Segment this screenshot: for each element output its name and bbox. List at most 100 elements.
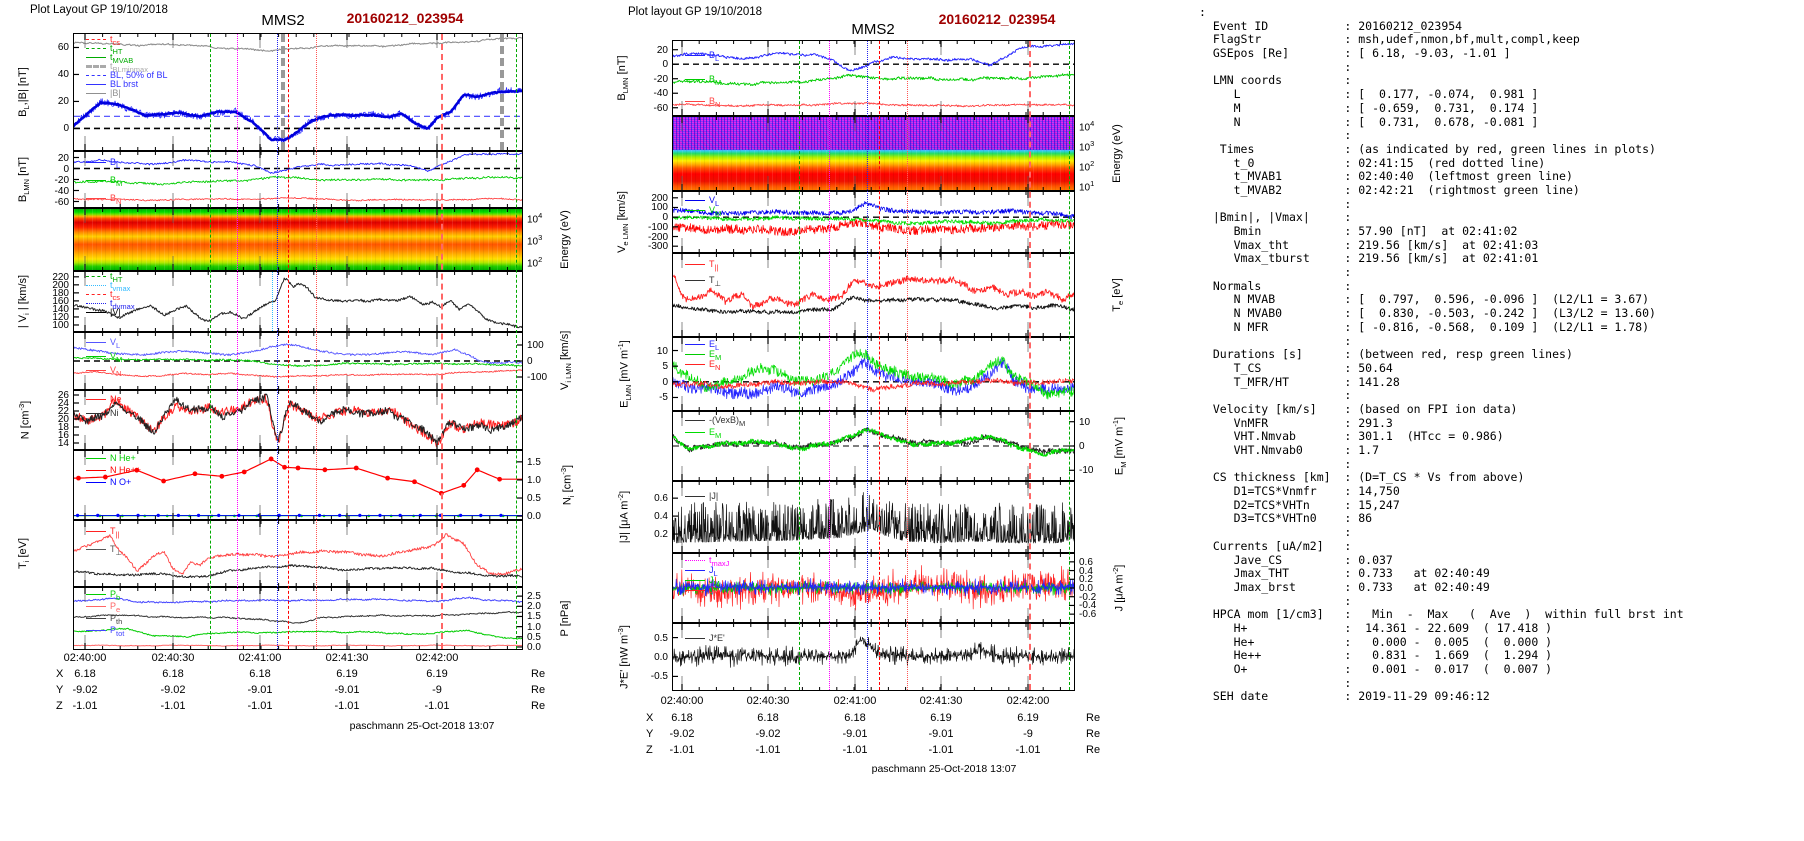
left-vi-lmn-right-axis-label: Vi LMN [km/s]: [559, 330, 574, 390]
legend-line-sample: [86, 48, 106, 50]
legend-line-sample: [86, 399, 106, 401]
legend-label: Pth: [110, 613, 123, 626]
middle-e-lmn-ytick: 10: [656, 345, 668, 357]
middle-ephemeris-value: -9.01: [842, 728, 868, 740]
left-bl-bmag-ytick: 20: [57, 96, 69, 108]
legend-label: tmaxJ: [709, 555, 730, 568]
legend-label: N He+: [110, 453, 136, 463]
left-plot-caption: paschmann 25-Oct-2018 13:07: [349, 720, 495, 732]
middle-plot-title: MMS2: [851, 21, 895, 38]
legend-b-l: BL: [685, 51, 719, 63]
legend-ne: Ne: [86, 395, 122, 404]
info-line-3: FlagStr : msh,udef,nmon,bf,mult,compl,ke…: [1199, 32, 1580, 47]
legend-label: |V|: [110, 307, 121, 317]
middle-ephemeris-value: -9.02: [755, 728, 781, 740]
left-v-m-trace: [74, 356, 522, 368]
info-line-1: :: [1199, 5, 1206, 19]
left-vi-mag-axis-label: | Vi | [km/s]: [17, 274, 32, 329]
info-line-30: Velocity [km/s] : (based on FPI ion data…: [1199, 401, 1518, 416]
left-density-axis-label: N [cm-3]: [17, 400, 32, 440]
legend-line-sample: [86, 594, 106, 596]
left-ephemeris-value: 6.18: [162, 668, 184, 680]
legend-label: T⊥: [110, 544, 123, 557]
left-minor-ions-right-axis-label: Ni [cm-3]: [559, 464, 576, 506]
legend-n-he: N He++: [86, 466, 141, 475]
b-lmn-plot: [673, 41, 1074, 115]
legend-j-n: JN: [685, 586, 719, 598]
left-ti-axis-label: Ti [eV]: [17, 537, 32, 570]
left-ephemeris-unit: Re: [531, 684, 546, 696]
legend-b-n: BN: [685, 97, 720, 109]
middle-b-lmn-panel: BL BM BN: [672, 40, 1075, 116]
middle-j-lmn-right-axis-label: J [μA m-2]: [1111, 564, 1126, 612]
legend-line-sample: [685, 101, 705, 103]
legend-label: BL: [709, 50, 720, 63]
legend-line-sample: [86, 549, 106, 551]
left-bl-bmag-ytick: 40: [57, 69, 69, 81]
info-line-41: Jave_CS : 0.037: [1199, 552, 1393, 567]
left-t-cs-red-line-2: [441, 34, 443, 649]
info-line-11: Times : (as indicated by red, green line…: [1199, 141, 1656, 156]
legend-line-sample: [685, 354, 705, 356]
ion-spectrogram-plot: [84, 209, 508, 270]
legend-v-m: VM: [685, 206, 721, 218]
left-t-cs-red-line-1: [288, 34, 290, 649]
info-line-47: He+ : 0.000 - 0.005 ( 0.000 ): [1199, 634, 1553, 649]
info-line-46: H+ : 14.361 - 22.609 ( 17.418 ): [1199, 620, 1553, 635]
legend-line-sample: [86, 294, 106, 296]
left-t0-red-dotted-line: [316, 34, 318, 649]
left-b-n-trace: [74, 196, 522, 202]
middle-t-mvab2-green-line: [1069, 41, 1071, 690]
left-time-label: 02:41:30: [325, 652, 369, 664]
legend-line-sample: [86, 618, 106, 620]
middle-time-label: 02:41:00: [833, 695, 877, 707]
pressure-plot: [74, 588, 522, 649]
left-ephemeris-value: -9.02: [72, 684, 98, 696]
left-ephemeris-value: -1.01: [72, 700, 98, 712]
left-vi-lmn-panel: VL VM VN: [73, 332, 523, 390]
legend-line-sample: [685, 590, 705, 592]
legend-line-sample: [685, 638, 705, 640]
left-bl-bmag-panel: tcs tHT tMVAB tBLminmax BL, 50% of BL BL brst…: [73, 33, 523, 151]
middle-e-lmn-ytick: 0: [662, 376, 668, 388]
left-ni-trace: [74, 393, 522, 445]
legend-label: VN: [110, 365, 122, 378]
info-line-5: :: [1199, 59, 1352, 74]
info-line-17: Bmin : 57.90 [nT] at 02:41:02: [1199, 224, 1518, 238]
legend-line-sample: [685, 200, 705, 202]
info-line-9: N : [ 0.731, 0.678, -0.081 ]: [1199, 114, 1539, 129]
legend-line-sample: [86, 75, 106, 77]
info-line-23: N MVAB0 : [ 0.830, -0.503, -0.242 ] (L3/…: [1199, 306, 1656, 321]
left-b-l-trace: [74, 152, 522, 174]
info-line-45: HPCA mom [1/cm3] : Min - Max ( Ave ) wit…: [1199, 607, 1684, 622]
info-line-33: VHT.Nmvab0 : 1.7: [1199, 443, 1380, 457]
left-time-label: 02:41:00: [238, 652, 282, 664]
legend-j: |J|: [685, 492, 718, 501]
middle-b-l-trace: [673, 42, 1074, 72]
info-line-49: O+ : 0.001 - 0.017 ( 0.007 ): [1199, 662, 1553, 676]
middle-ephemeris-value: -1.01: [755, 744, 781, 756]
middle-jmag-ytick: 0.6: [654, 493, 668, 505]
info-line-51: SEH date : 2019-11-29 09:46:12: [1199, 689, 1490, 704]
middle-electron-spectrogram-right-axis-label: Energy (eV): [1111, 124, 1123, 183]
info-line-35: CS thickness [km] : (D=T_CS * Vs from ab…: [1199, 470, 1525, 485]
middle-e-lmn-axis-label: ELMN [mV m-1]: [616, 340, 633, 408]
left-t-vmax-cyan-line: [272, 272, 274, 331]
legend-t: T||: [86, 527, 119, 539]
legend-line-sample: [86, 285, 106, 287]
left-t-blminmax-gray-line-1: [281, 34, 285, 150]
left-pressure-panel: Pb Pe Pth Ptot: [73, 587, 523, 650]
left-b-lmn-panel: BL BM BN: [73, 151, 523, 208]
middle-jdote-ytick: 0.0: [654, 652, 668, 663]
legend-line-sample: [685, 264, 705, 266]
minor-ions-plot: [74, 451, 522, 519]
left-time-label: 02:40:30: [151, 652, 195, 664]
middle-time-label: 02:40:00: [660, 695, 704, 707]
legend-line-sample: [86, 180, 106, 182]
vi-lmn-plot: [74, 333, 522, 389]
info-line-10: :: [1199, 128, 1352, 143]
info-line-43: Jmax_brst : 0.733 at 02:40:49: [1199, 579, 1490, 594]
info-line-13: t_MVAB1 : 02:40:40 (leftmost green line): [1199, 169, 1573, 184]
left-b-lmn-ytick: -20: [54, 174, 69, 186]
middle-jdote-ytick: -0.5: [650, 671, 668, 683]
